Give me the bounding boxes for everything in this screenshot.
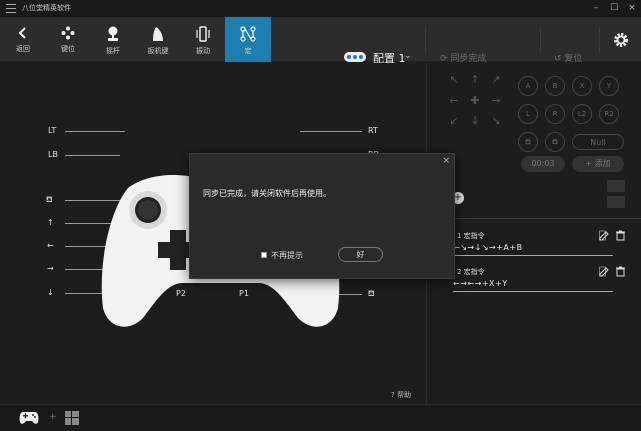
plus-separator: + — [49, 412, 57, 422]
edit-icon[interactable] — [599, 230, 610, 241]
macro-button-b[interactable]: B — [545, 76, 565, 96]
dialog-message: 同步已完成，请关闭软件后再使用。 — [203, 189, 331, 198]
help-button[interactable]: ? 帮助 — [391, 390, 411, 400]
tab-macro[interactable]: 宏 — [225, 17, 271, 62]
arrow-right-icon: → — [47, 264, 54, 273]
dont-show-again-checkbox[interactable] — [261, 252, 267, 258]
grip-right-button[interactable]: ⛾ — [545, 132, 565, 152]
chevron-down-icon: ⌄ — [404, 51, 412, 61]
window-title: 八位堂精英软件 — [22, 4, 71, 12]
back-arrow-icon — [18, 27, 26, 39]
toolbar: 返回 键位 摇杆 扳机键 振动 宏 配置 1 ⌄ ⟳ 同步完成 ↺ 复位 — [0, 17, 641, 65]
tab-vibration[interactable]: 振动 — [180, 17, 226, 62]
dpad-buttons-icon — [61, 26, 75, 40]
arrow-up-icon: ↑ — [47, 218, 54, 227]
joystick-icon — [108, 26, 118, 41]
arrow-down-icon: ↓ — [47, 288, 54, 297]
help-label: 帮助 — [396, 391, 411, 399]
scroll-down-button[interactable] — [607, 196, 625, 208]
panel-divider — [427, 218, 641, 219]
maximize-icon[interactable]: ☐ — [607, 2, 621, 15]
macro-button-l2[interactable]: L2 — [572, 104, 592, 124]
macro-sequence-2: ←→←→+X+Y — [453, 279, 508, 288]
arrow-upright-icon[interactable]: ↗ — [489, 73, 503, 86]
arrow-upleft-icon[interactable]: ↖ — [447, 73, 461, 86]
bottom-bar: + — [0, 404, 641, 431]
toolbar-divider — [540, 27, 541, 53]
macro-button-r2[interactable]: R2 — [599, 104, 619, 124]
macro-button-l[interactable]: L — [518, 104, 538, 124]
ok-button[interactable]: 好 — [338, 247, 383, 262]
tab-trigger[interactable]: 扳机键 — [135, 17, 181, 62]
sync-complete-dialog: × 同步已完成，请关闭软件后再使用。 不再提示 好 — [189, 153, 455, 279]
tab-key-mapping[interactable]: 键位 — [45, 17, 91, 62]
grip-right-icon: ⛾ — [368, 289, 375, 298]
lt-line — [65, 131, 125, 132]
vibration-icon — [196, 26, 210, 42]
p2-label: P2 — [176, 289, 186, 298]
trigger-icon — [153, 27, 163, 41]
close-window-icon[interactable]: × — [625, 2, 639, 15]
arrow-left-icon: ← — [47, 241, 54, 250]
delete-icon[interactable] — [615, 230, 626, 241]
close-icon[interactable]: × — [442, 156, 450, 166]
dpad-center-icon[interactable]: ✚ — [468, 94, 482, 107]
macro-button-r[interactable]: R — [545, 104, 565, 124]
lb-label: LB — [48, 150, 58, 159]
macro-underline — [453, 291, 613, 292]
rt-line — [300, 131, 362, 132]
macro-button-x[interactable]: X — [572, 76, 592, 96]
edit-icon[interactable] — [599, 266, 610, 277]
lb-line — [65, 155, 120, 156]
arrow-left-icon[interactable]: ← — [447, 94, 461, 107]
arrow-up-icon[interactable]: ↑ — [468, 73, 482, 86]
macro-panel: ↖ ↑ ↗ ← ✚ → ↙ ↓ ↘ A B X Y L R L2 R2 ⛾ ⛾ … — [426, 63, 641, 404]
macro-title-1: 1 宏指令 — [457, 232, 485, 240]
arrow-right-icon[interactable]: → — [489, 94, 503, 107]
add-button[interactable]: + 添加 — [572, 156, 624, 172]
back-button[interactable]: 返回 — [0, 17, 46, 62]
title-bar: 八位堂精英软件 – ☐ × — [0, 0, 641, 17]
grip-left-button[interactable]: ⛾ — [518, 132, 538, 152]
gamepad-icon[interactable] — [19, 411, 39, 425]
macro-sequence-1: ←↘→↓↘→+A+B — [453, 243, 523, 252]
rt-label: RT — [368, 126, 378, 135]
delete-icon[interactable] — [615, 266, 626, 277]
macro-button-a[interactable]: A — [518, 76, 538, 96]
arrow-down-icon[interactable]: ↓ — [468, 114, 482, 127]
windows-icon[interactable] — [65, 411, 79, 425]
config-indicator-icon — [344, 52, 366, 62]
tab-joystick[interactable]: 摇杆 — [90, 17, 136, 62]
dont-show-again-label: 不再提示 — [271, 251, 303, 260]
help-icon: ? — [391, 391, 395, 399]
grip-icon: ⛾ — [46, 195, 53, 204]
delay-timer[interactable]: 00:03 — [521, 156, 565, 172]
scroll-up-button[interactable] — [607, 180, 625, 192]
p1-label: P1 — [239, 289, 249, 298]
arrow-downright-icon[interactable]: ↘ — [489, 114, 503, 127]
lt-label: LT — [48, 126, 57, 135]
hamburger-menu-icon[interactable] — [6, 4, 16, 13]
macro-title-2: 2 宏指令 — [457, 268, 485, 276]
minimize-icon[interactable]: – — [589, 2, 603, 15]
macro-icon — [240, 26, 256, 42]
null-button[interactable]: Null — [572, 134, 624, 150]
toolbar-divider — [599, 27, 600, 53]
gear-icon[interactable] — [612, 31, 630, 49]
toolbar-divider — [425, 27, 426, 53]
arrow-downleft-icon[interactable]: ↙ — [447, 114, 461, 127]
macro-underline — [453, 255, 613, 256]
macro-button-y[interactable]: Y — [599, 76, 619, 96]
